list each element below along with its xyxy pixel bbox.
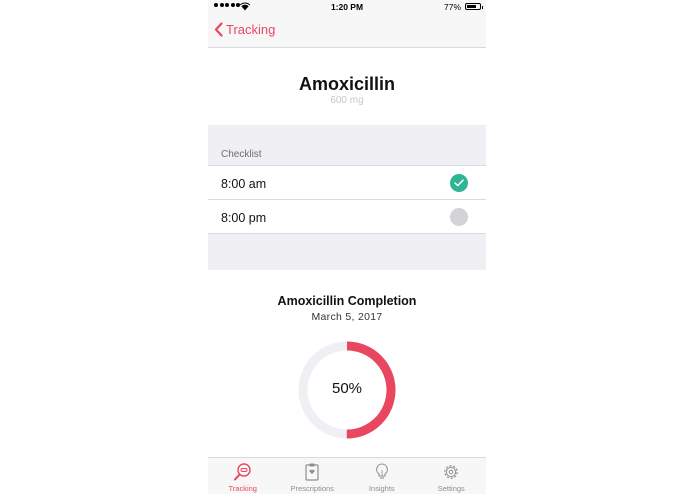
tab-label: Settings (437, 484, 465, 493)
back-button[interactable]: Tracking (214, 22, 275, 37)
phone-screen: 1:20 PM 77% Tracking Amoxicillin 600 mg … (208, 0, 486, 494)
status-bar: 1:20 PM 77% (208, 0, 486, 14)
pending-circle-icon[interactable] (450, 208, 468, 226)
checklist-item[interactable]: 8:00 am (208, 166, 486, 199)
completion-progress-ring: 50% (297, 340, 397, 440)
tab-prescriptions[interactable]: Prescriptions (278, 458, 348, 494)
magnifier-pill-icon (233, 463, 251, 481)
tab-settings[interactable]: Settings (417, 458, 487, 494)
medication-dose: 600 mg (330, 95, 364, 106)
checklist-header: Checklist (221, 149, 262, 160)
back-button-label: Tracking (226, 22, 276, 37)
completion-title: Amoxicillin Completion (277, 294, 417, 308)
medication-header: Amoxicillin 600 mg (208, 48, 486, 125)
completion-card: Amoxicillin Completion March 5, 2017 50% (208, 270, 486, 457)
checkmark-done-icon[interactable] (450, 174, 468, 192)
completion-date: March 5, 2017 (311, 311, 383, 323)
tab-tracking[interactable]: Tracking (208, 458, 278, 494)
checklist-item[interactable]: 8:00 pm (208, 199, 486, 233)
checklist: 8:00 am 8:00 pm (208, 165, 486, 234)
battery-icon (465, 3, 483, 10)
navigation-bar: Tracking (208, 14, 486, 48)
tab-label: Insights (368, 484, 395, 493)
tab-bar: Tracking Prescriptions Insights Settings (208, 457, 486, 494)
gear-icon (444, 465, 458, 479)
checklist-item-time: 8:00 pm (221, 211, 267, 225)
battery-percent: 77% (443, 2, 461, 12)
tab-insights[interactable]: Insights (347, 458, 417, 494)
clipboard-icon (305, 463, 319, 481)
chevron-left-icon (214, 22, 223, 37)
tab-label: Tracking (228, 484, 257, 493)
medication-name: Amoxicillin (298, 74, 396, 94)
tab-label: Prescriptions (290, 484, 334, 493)
lightbulb-icon (375, 463, 388, 479)
completion-percent: 50% (331, 380, 363, 397)
checklist-item-time: 8:00 am (221, 177, 267, 191)
